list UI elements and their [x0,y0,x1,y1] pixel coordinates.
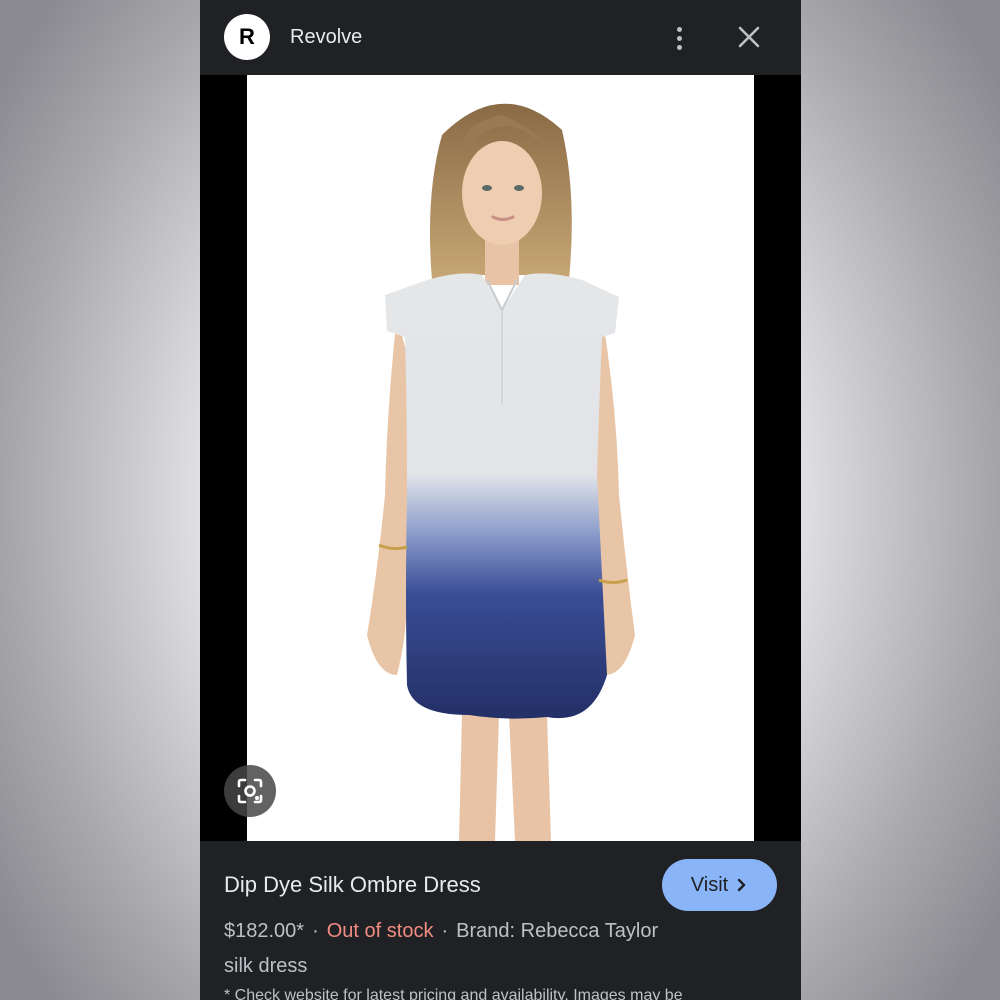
lens-search-button[interactable] [224,765,276,817]
preview-header: R Revolve [200,0,801,75]
close-icon [738,26,760,48]
product-meta: $182.00* · Out of stock · Brand: Rebecca Tay… [224,920,658,943]
separator-dot: · [312,920,319,942]
visit-button[interactable]: Visit [662,859,777,911]
product-category: silk dress [224,955,308,977]
more-vert-icon [676,26,682,32]
site-name-link[interactable]: Revolve [290,26,362,49]
image-viewer [200,75,801,841]
lens-search-icon [237,778,263,804]
separator-dot: · [441,920,449,942]
stock-status: Out of stock [326,920,434,942]
product-info: Dip Dye Silk Ombre Dress Visit $182.00* ·… [200,841,801,1000]
brand: Brand: Rebecca Taylor [456,920,659,942]
product-title: Dip Dye Silk Ombre Dress [224,872,481,897]
close-button[interactable] [734,22,764,52]
more-options-button[interactable] [664,22,694,54]
image-preview-panel: R Revolve Dip Dye Silk Ombre Dress Visit… [200,0,801,1000]
chevron-right-icon [738,878,746,892]
model-in-ombre-dress [367,103,635,841]
pricing-disclaimer: * Check website for latest pricing and a… [224,987,683,1000]
site-logo-letter: R [239,24,255,49]
site-logo[interactable]: R [224,14,270,60]
visit-label: Visit [690,873,729,896]
price: $182.00* [224,920,305,942]
product-image[interactable] [247,75,754,841]
